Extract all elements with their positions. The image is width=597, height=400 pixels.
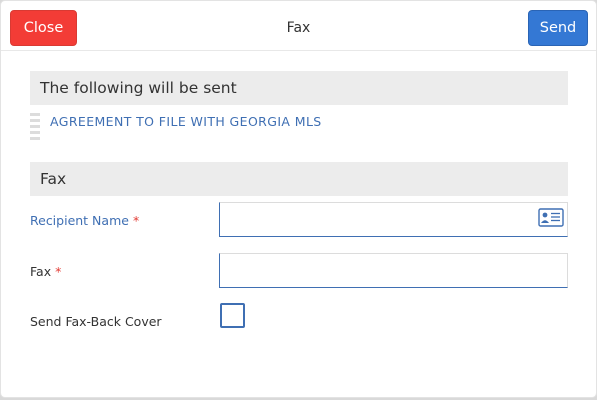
fax-dialog: Close Fax Send The following will be sen… (0, 0, 597, 398)
documents-section-heading: The following will be sent (30, 71, 568, 105)
fax-number-label-text: Fax (30, 264, 52, 279)
fax-back-cover-label: Send Fax-Back Cover (30, 314, 162, 329)
fax-back-cover-checkbox[interactable] (220, 303, 245, 328)
fax-number-input[interactable] (219, 253, 568, 288)
document-link[interactable]: AGREEMENT TO FILE WITH GEORGIA MLS (50, 114, 322, 129)
recipient-name-label-text: Recipient Name (30, 213, 129, 228)
required-marker: * (55, 264, 62, 279)
dialog-title: Fax (286, 20, 311, 36)
recipient-name-input[interactable] (219, 202, 568, 237)
dialog-header: Close Fax Send (1, 1, 596, 51)
send-button[interactable]: Send (528, 10, 588, 46)
contact-card-icon[interactable] (538, 208, 564, 227)
recipient-name-label: Recipient Name * (30, 213, 139, 228)
required-marker: * (132, 213, 140, 228)
fax-number-label: Fax * (30, 264, 61, 279)
drag-handle-icon[interactable] (30, 113, 40, 141)
fax-section-heading: Fax (30, 162, 568, 196)
document-list-item: AGREEMENT TO FILE WITH GEORGIA MLS (30, 113, 568, 143)
